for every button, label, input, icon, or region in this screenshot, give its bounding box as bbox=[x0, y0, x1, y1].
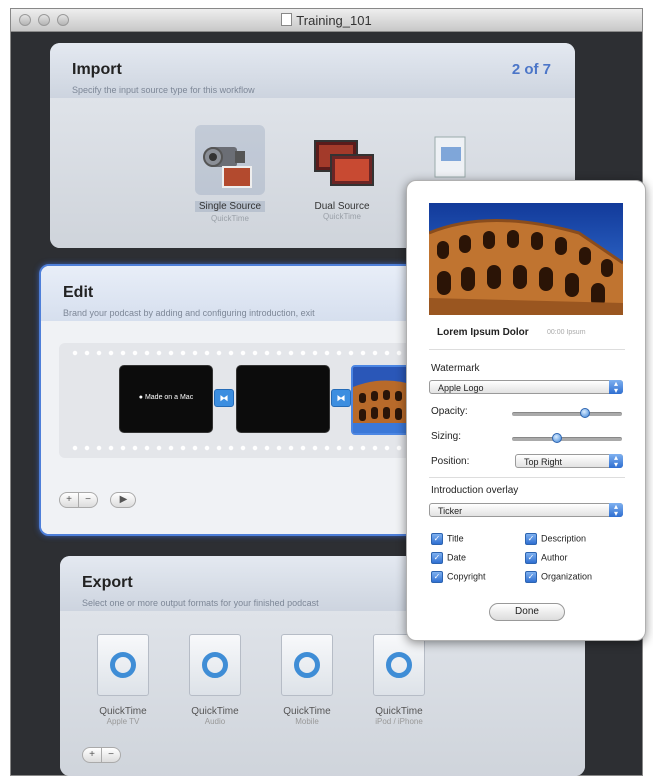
sizing-slider-knob[interactable] bbox=[552, 433, 563, 443]
date-checkbox[interactable]: ✓ Date bbox=[431, 552, 466, 564]
quicktime-icon bbox=[189, 634, 241, 696]
edit-panel: Edit Brand your podcast by adding and co… bbox=[39, 264, 429, 536]
checkmark-icon: ✓ bbox=[431, 571, 443, 583]
format-option[interactable]: QuickTime Audio bbox=[170, 634, 260, 726]
checkbox-label: Copyright bbox=[447, 571, 486, 582]
format-sub: Apple TV bbox=[106, 717, 140, 726]
position-label: Position: bbox=[431, 456, 470, 467]
format-label: QuickTime bbox=[283, 706, 331, 717]
description-checkbox[interactable]: ✓ Description bbox=[525, 533, 586, 545]
sizing-label: Sizing: bbox=[431, 431, 462, 442]
opacity-slider[interactable] bbox=[512, 408, 622, 418]
preview-caption: Lorem Ipsum Dolor bbox=[437, 327, 529, 338]
window-title-wrap: Training_101 bbox=[11, 13, 642, 28]
preview-caption-sub: 00:00 Ipsum bbox=[547, 329, 586, 336]
format-option[interactable]: QuickTime Mobile bbox=[262, 634, 352, 726]
checkmark-icon: ✓ bbox=[431, 533, 443, 545]
checkbox-label: Author bbox=[541, 552, 568, 563]
format-label: QuickTime bbox=[375, 706, 423, 717]
format-sub: Mobile bbox=[295, 717, 319, 726]
format-sub: iPod / iPhone bbox=[375, 717, 423, 726]
step-indicator: 2 of 7 bbox=[511, 61, 551, 78]
position-value: Top Right bbox=[524, 457, 563, 467]
overlay-select[interactable]: Ticker ▴ ▾ bbox=[429, 503, 623, 518]
quicktime-icon bbox=[97, 634, 149, 696]
film-perforation-bottom bbox=[69, 444, 427, 452]
watermark-label: Watermark bbox=[431, 363, 480, 374]
title-checkbox[interactable]: ✓ Title bbox=[431, 533, 464, 545]
single-source-option[interactable]: Single Source QuickTime bbox=[185, 125, 275, 223]
done-button[interactable]: Done bbox=[489, 603, 565, 621]
dual-screen-icon bbox=[307, 125, 377, 195]
checkmark-icon: ✓ bbox=[525, 571, 537, 583]
opacity-slider-knob[interactable] bbox=[579, 408, 590, 418]
author-checkbox[interactable]: ✓ Author bbox=[525, 552, 568, 564]
video-camera-icon bbox=[195, 125, 265, 195]
checkbox-label: Date bbox=[447, 552, 467, 563]
add-clip-button[interactable]: + bbox=[59, 491, 79, 508]
dual-source-option[interactable]: Dual Source QuickTime bbox=[297, 125, 387, 221]
format-option[interactable]: QuickTime iPod / iPhone bbox=[354, 634, 444, 726]
import-header: Import Specify the input source type for… bbox=[50, 43, 575, 98]
checkmark-icon: ✓ bbox=[525, 552, 537, 564]
film-perforation-top bbox=[69, 349, 427, 357]
edit-title: Edit bbox=[63, 284, 94, 301]
play-button[interactable]: ▶ bbox=[110, 491, 137, 508]
export-title: Export bbox=[82, 574, 133, 591]
format-label: QuickTime bbox=[99, 706, 147, 717]
opacity-label: Opacity: bbox=[431, 406, 468, 417]
export-subtitle: Select one or more output formats for yo… bbox=[82, 598, 319, 608]
position-select[interactable]: Top Right ▴ ▾ bbox=[515, 454, 623, 469]
import-subtitle: Specify the input source type for this w… bbox=[72, 85, 255, 95]
clip-apple-logo[interactable] bbox=[236, 365, 330, 433]
edit-header: Edit Brand your podcast by adding and co… bbox=[41, 266, 427, 321]
clip-text: ● Made on a Mac bbox=[138, 394, 194, 401]
overlay-value: Ticker bbox=[438, 506, 463, 516]
remove-clip-button[interactable]: − bbox=[79, 491, 98, 508]
dual-source-sub: QuickTime bbox=[323, 212, 361, 221]
organization-checkbox[interactable]: ✓ Organization bbox=[525, 571, 592, 583]
chevron-updown-icon: ▴ ▾ bbox=[609, 454, 623, 469]
clip-made-on-mac[interactable]: ● Made on a Mac bbox=[119, 365, 213, 433]
remove-format-button[interactable]: − bbox=[102, 746, 121, 763]
filmstrip[interactable]: ● Made on a Mac ⧓ ⧓ bbox=[59, 343, 427, 458]
checkmark-icon: ✓ bbox=[525, 533, 537, 545]
edit-controls: + − ▶ bbox=[59, 491, 137, 509]
chevron-updown-icon: ▴ ▾ bbox=[609, 503, 623, 518]
window-title: Training_101 bbox=[296, 13, 372, 28]
watermark-value: Apple Logo bbox=[438, 383, 484, 393]
single-source-label: Single Source bbox=[194, 201, 266, 212]
document-icon bbox=[281, 13, 293, 26]
dual-source-label: Dual Source bbox=[314, 201, 370, 212]
divider bbox=[429, 349, 625, 350]
checkbox-label: Description bbox=[541, 533, 587, 544]
title-bar[interactable]: Training_101 bbox=[11, 9, 642, 32]
edit-subtitle: Brand your podcast by adding and configu… bbox=[63, 308, 315, 318]
inspector-popover: Lorem Ipsum Dolor 00:00 Ipsum Watermark … bbox=[406, 180, 646, 641]
overlay-label: Introduction overlay bbox=[431, 485, 519, 496]
watermark-select[interactable]: Apple Logo ▴ ▾ bbox=[429, 380, 623, 395]
single-source-sub: QuickTime bbox=[211, 214, 249, 223]
sizing-slider[interactable] bbox=[512, 433, 622, 443]
format-option[interactable]: QuickTime Apple TV bbox=[78, 634, 168, 726]
divider bbox=[429, 477, 625, 478]
import-title: Import bbox=[72, 61, 122, 78]
edit-body: ● Made on a Mac ⧓ ⧓ + − ▶ bbox=[41, 321, 427, 534]
checkmark-icon: ✓ bbox=[431, 552, 443, 564]
add-format-button[interactable]: + bbox=[82, 746, 102, 763]
transition-icon[interactable]: ⧓ bbox=[331, 389, 351, 407]
format-label: QuickTime bbox=[191, 706, 239, 717]
checkbox-label: Organization bbox=[541, 571, 593, 582]
export-controls: + − bbox=[82, 746, 121, 764]
format-sub: Audio bbox=[204, 717, 226, 726]
quicktime-icon bbox=[373, 634, 425, 696]
quicktime-icon bbox=[281, 634, 333, 696]
transition-icon[interactable]: ⧓ bbox=[214, 389, 234, 407]
preview-image bbox=[429, 203, 623, 315]
checkbox-label: Title bbox=[447, 533, 464, 544]
chevron-updown-icon: ▴ ▾ bbox=[609, 380, 623, 395]
copyright-checkbox[interactable]: ✓ Copyright bbox=[431, 571, 486, 583]
